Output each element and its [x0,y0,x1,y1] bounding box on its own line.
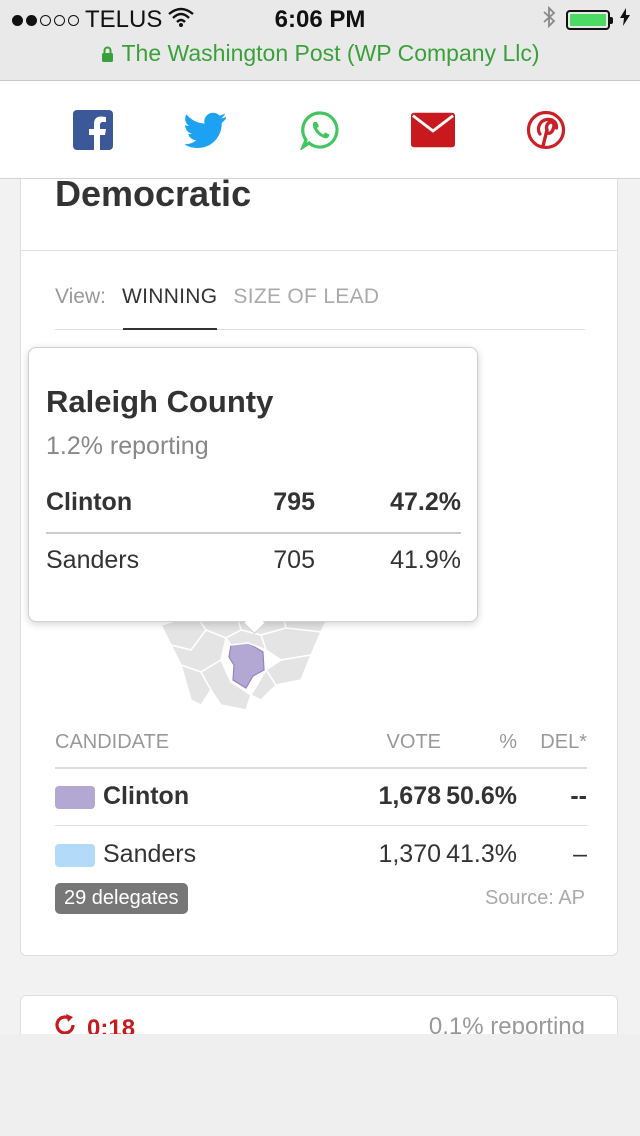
email-icon [411,112,455,148]
county-tooltip: Raleigh County 1.2% reporting Clinton 79… [28,347,478,635]
delegate-count: – [573,840,587,868]
county-name: Raleigh County [46,384,274,419]
view-toggle: View: WINNING SIZE OF LEAD [55,285,379,309]
refresh-timer[interactable]: 0:18 [53,1013,135,1034]
delegates-badge: 29 delegates [55,883,188,914]
site-identity[interactable]: The Washington Post (WP Company Llc) [0,40,640,68]
divider [55,767,587,769]
tab-size-of-lead[interactable]: SIZE OF LEAD [233,285,379,309]
charging-icon [620,8,630,31]
vote-count: 1,370 [378,840,441,868]
vote-percent: 41.9% [390,546,461,574]
divider [21,250,617,251]
candidate-name: Clinton [46,488,133,516]
battery-icon [566,9,613,30]
divider [46,532,461,534]
candidate-name: Clinton [103,782,190,810]
pinterest-icon [526,110,566,150]
county-shape [260,627,323,661]
active-tab-indicator [123,328,217,330]
lock-icon [101,41,114,68]
results-card: Democratic View: WINNING SIZE OF LEAD Ra… [20,179,618,956]
share-bar [0,81,640,179]
status-bar: TELUS 6:06 PM The Washington Post (WP Co… [0,0,640,81]
refresh-icon [53,1013,77,1034]
header-del: DEL* [540,731,587,753]
delegate-count: -- [570,782,587,810]
twitter-icon [185,112,226,148]
county-reporting: 1.2% reporting [46,432,209,460]
facebook-share-button[interactable] [71,108,115,152]
next-results-card: 0:18 0.1% reporting [20,995,618,1034]
candidate-color-swatch [55,786,95,809]
vote-count: 1,678 [378,782,441,810]
party-title: Democratic [55,179,252,214]
tab-winning[interactable]: WINNING [122,285,217,309]
article-content[interactable]: Democratic View: WINNING SIZE OF LEAD Ra… [0,179,640,1034]
vote-count: 795 [273,488,315,516]
browser-toolbar [0,1034,640,1136]
candidate-name: Sanders [46,546,140,574]
view-label: View: [55,285,106,308]
header-vote: VOTE [386,731,441,753]
header-pct: % [499,731,517,753]
twitter-share-button[interactable] [184,108,228,152]
timer-value: 0:18 [87,1014,136,1035]
facebook-icon [73,110,113,150]
vote-percent: 47.2% [390,488,461,516]
whatsapp-share-button[interactable] [298,108,342,152]
pinterest-share-button[interactable] [524,108,568,152]
reporting-status: 0.1% reporting [428,1013,585,1034]
candidate-name: Sanders [103,840,197,868]
site-identity-text: The Washington Post (WP Company Llc) [121,40,540,66]
candidate-color-swatch [55,844,95,867]
vote-count: 705 [273,546,315,574]
divider [55,825,587,826]
bluetooth-icon [542,5,556,33]
vote-percent: 41.3% [446,840,517,868]
email-share-button[interactable] [411,108,455,152]
source-credit: Source: AP [484,887,585,909]
whatsapp-icon [300,111,339,150]
vote-percent: 50.6% [446,782,517,810]
header-candidate: CANDIDATE [55,731,170,753]
